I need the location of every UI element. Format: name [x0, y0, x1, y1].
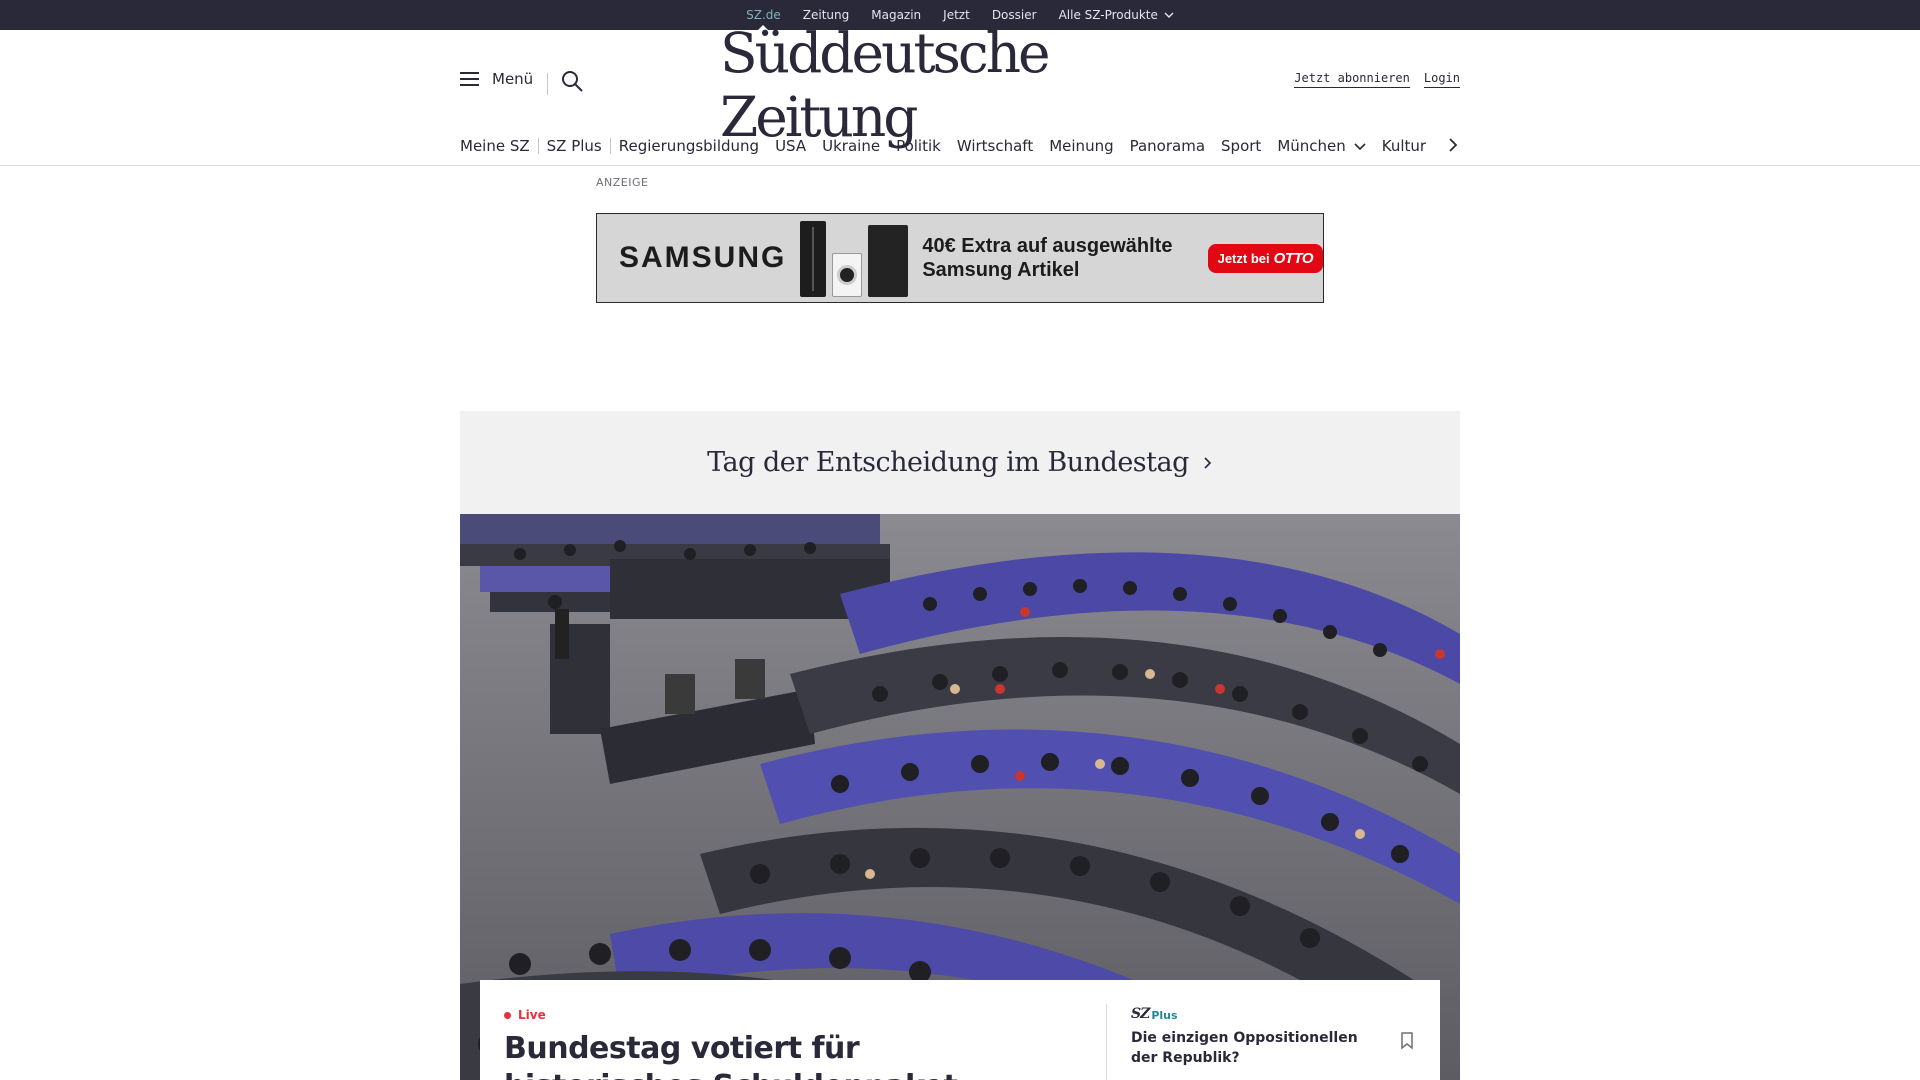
nav-item-politik[interactable]: Politik [888, 137, 949, 155]
sz-plus-badge: SZ Plus [1131, 1006, 1178, 1022]
site-header: Menü Süddeutsche Zeitung Jetzt abonniere… [0, 21, 1920, 166]
ad-label: ANZEIGE [596, 176, 649, 189]
hamburger-icon [460, 72, 479, 86]
search-icon [562, 71, 583, 92]
bookmark-icon [1401, 1032, 1413, 1050]
chevron-right-icon [1204, 456, 1212, 469]
topic-teaser[interactable]: Tag der Entscheidung im Bundestag [460, 411, 1460, 514]
ad-product-image [800, 219, 909, 297]
side-article-title[interactable]: Die einzigen Oppositionellen der Republi… [1131, 1028, 1381, 1068]
ad-cta-brand: OTTO [1273, 249, 1314, 267]
menu-label: Menü [492, 70, 534, 88]
nav-item-ukraine[interactable]: Ukraine [814, 137, 888, 155]
ad-text: 40€ Extra auf ausgewählte Samsung Artike… [922, 235, 1173, 281]
nav-item-wirtschaft[interactable]: Wirtschaft [949, 137, 1041, 155]
search-button[interactable] [560, 69, 584, 97]
live-dot-icon [504, 1011, 511, 1019]
fridge-image [868, 225, 909, 297]
main-navigation: Meine SZ SZ Plus Regierungsbildung USA U… [460, 130, 1460, 162]
ad-banner[interactable]: SAMSUNG 40€ Extra auf ausgewählte Samsun… [596, 213, 1324, 303]
nav-scroll-right-button[interactable] [1446, 136, 1460, 158]
live-label: Live [518, 1008, 546, 1022]
lead-article-headline[interactable]: Bundestag votiert für historisches Schul… [504, 1030, 1064, 1080]
bookmark-button[interactable] [1400, 1032, 1414, 1054]
site-logo[interactable]: Süddeutsche Zeitung [720, 21, 1200, 149]
lead-article-card[interactable]: Live Bundestag votiert für historisches … [480, 980, 1440, 1080]
nav-item-usa[interactable]: USA [767, 137, 814, 155]
header-divider [547, 73, 548, 95]
sz-plus-badge-plus: Plus [1151, 1009, 1178, 1022]
nav-item-kultur[interactable]: Kultur [1374, 137, 1434, 155]
account-links: Jetzt abonnieren Login [1294, 71, 1460, 88]
topic-title: Tag der Entscheidung im Bundestag [707, 447, 1189, 478]
nav-item-sz-plus[interactable]: SZ Plus [539, 137, 610, 155]
menu-button[interactable]: Menü [460, 70, 533, 88]
nav-item-panorama[interactable]: Panorama [1122, 137, 1213, 155]
nav-item-muenchen[interactable]: München [1269, 137, 1373, 155]
live-badge: Live [504, 1008, 546, 1022]
ad-brand: SAMSUNG [619, 241, 787, 274]
nav-item-muenchen-label: München [1277, 137, 1346, 155]
ad-cta-button[interactable]: Jetzt bei OTTO [1207, 243, 1323, 273]
sz-plus-badge-sz: SZ [1131, 1006, 1150, 1022]
fridge-image [800, 221, 827, 297]
nav-item-meine-sz[interactable]: Meine SZ [460, 137, 538, 155]
chevron-down-icon [1164, 12, 1174, 18]
nav-item-meinung[interactable]: Meinung [1041, 137, 1121, 155]
chevron-down-icon [1354, 143, 1366, 151]
subscribe-link[interactable]: Jetzt abonnieren [1294, 71, 1410, 88]
nav-item-sport[interactable]: Sport [1213, 137, 1269, 155]
login-link[interactable]: Login [1423, 71, 1460, 88]
chevron-right-icon [1449, 138, 1458, 152]
card-divider [1106, 1004, 1107, 1080]
nav-item-regierungsbildung[interactable]: Regierungsbildung [611, 137, 767, 155]
washer-image [832, 253, 863, 297]
ad-cta-prefix: Jetzt bei [1217, 250, 1270, 266]
